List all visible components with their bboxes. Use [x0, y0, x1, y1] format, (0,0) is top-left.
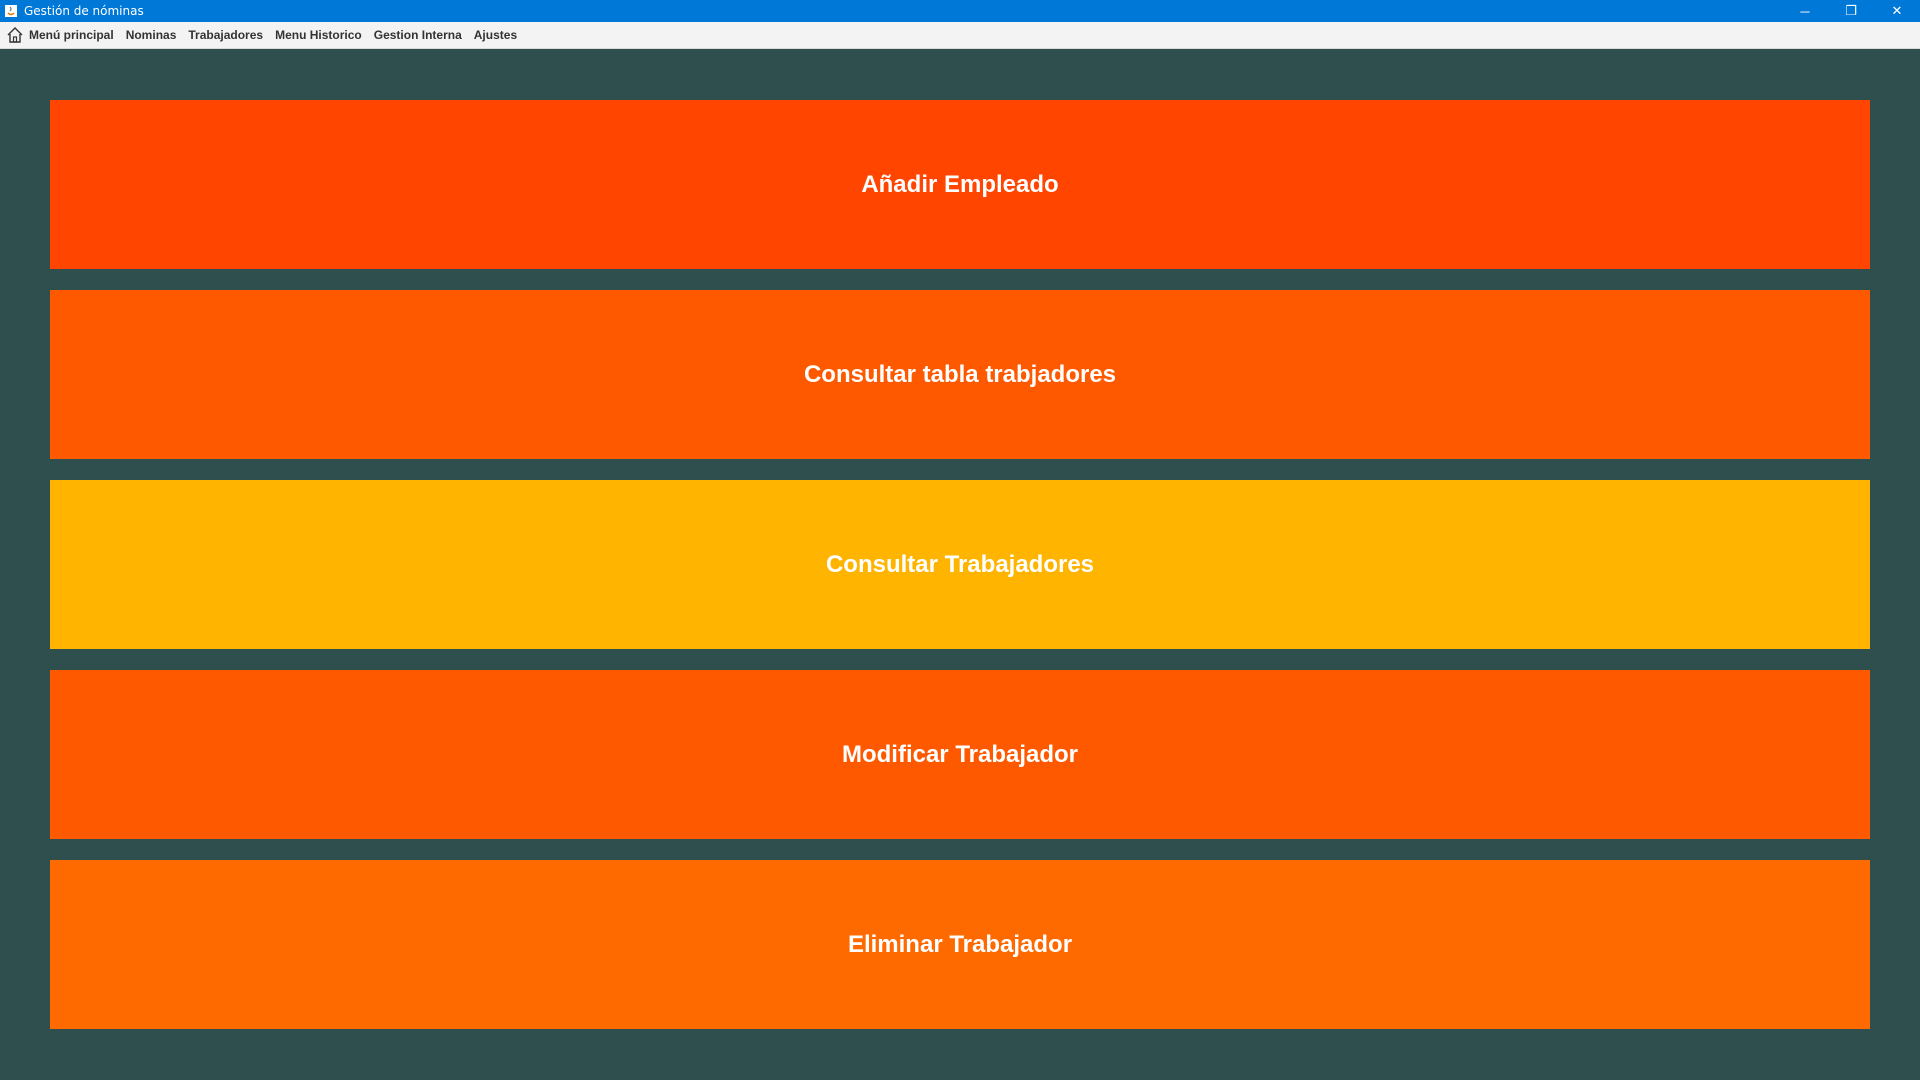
home-icon: [6, 26, 24, 44]
menu-item-menu-historico[interactable]: Menu Historico: [269, 22, 368, 49]
menu-item-label: Gestion Interna: [373, 28, 462, 42]
add-employee-button-label: Añadir Empleado: [861, 170, 1059, 198]
modify-worker-button[interactable]: Modificar Trabajador: [50, 670, 1870, 839]
window-titlebar: Gestión de nóminas ─ ❐ ✕: [0, 0, 1920, 22]
add-employee-button[interactable]: Añadir Empleado: [50, 100, 1870, 269]
view-workers-button-label: Consultar Trabajadores: [825, 550, 1095, 578]
java-app-icon: [4, 4, 18, 18]
window-title: Gestión de nóminas: [24, 4, 144, 18]
menu-item-label: Ajustes: [473, 28, 518, 42]
menu-item-gestion-interna[interactable]: Gestion Interna: [368, 22, 468, 49]
menu-item-nominas[interactable]: Nominas: [120, 22, 183, 49]
menu-item-trabajadores[interactable]: Trabajadores: [182, 22, 269, 49]
restore-button[interactable]: ❐: [1828, 0, 1874, 22]
main-panel: Añadir Empleado Consultar tabla trabjado…: [0, 49, 1920, 1080]
modify-worker-button-label: Modificar Trabajador: [841, 740, 1079, 768]
delete-worker-button-label: Eliminar Trabajador: [847, 930, 1073, 958]
delete-worker-button[interactable]: Eliminar Trabajador: [50, 860, 1870, 1029]
close-button[interactable]: ✕: [1874, 0, 1920, 22]
menu-item-label: Menu Historico: [275, 28, 362, 42]
menu-bar: Menú principal Nominas Trabajadores Menu…: [0, 22, 1920, 49]
menu-item-menu-principal[interactable]: Menú principal: [0, 22, 120, 49]
menu-item-ajustes[interactable]: Ajustes: [468, 22, 523, 49]
minimize-button[interactable]: ─: [1782, 0, 1828, 22]
view-workers-table-button[interactable]: Consultar tabla trabjadores: [50, 290, 1870, 459]
view-workers-button[interactable]: Consultar Trabajadores: [50, 480, 1870, 649]
menu-item-label: Nominas: [125, 28, 177, 42]
menu-item-label: Trabajadores: [188, 28, 264, 42]
menu-item-label: Menú principal: [29, 28, 114, 42]
view-workers-table-button-label: Consultar tabla trabjadores: [803, 360, 1117, 388]
